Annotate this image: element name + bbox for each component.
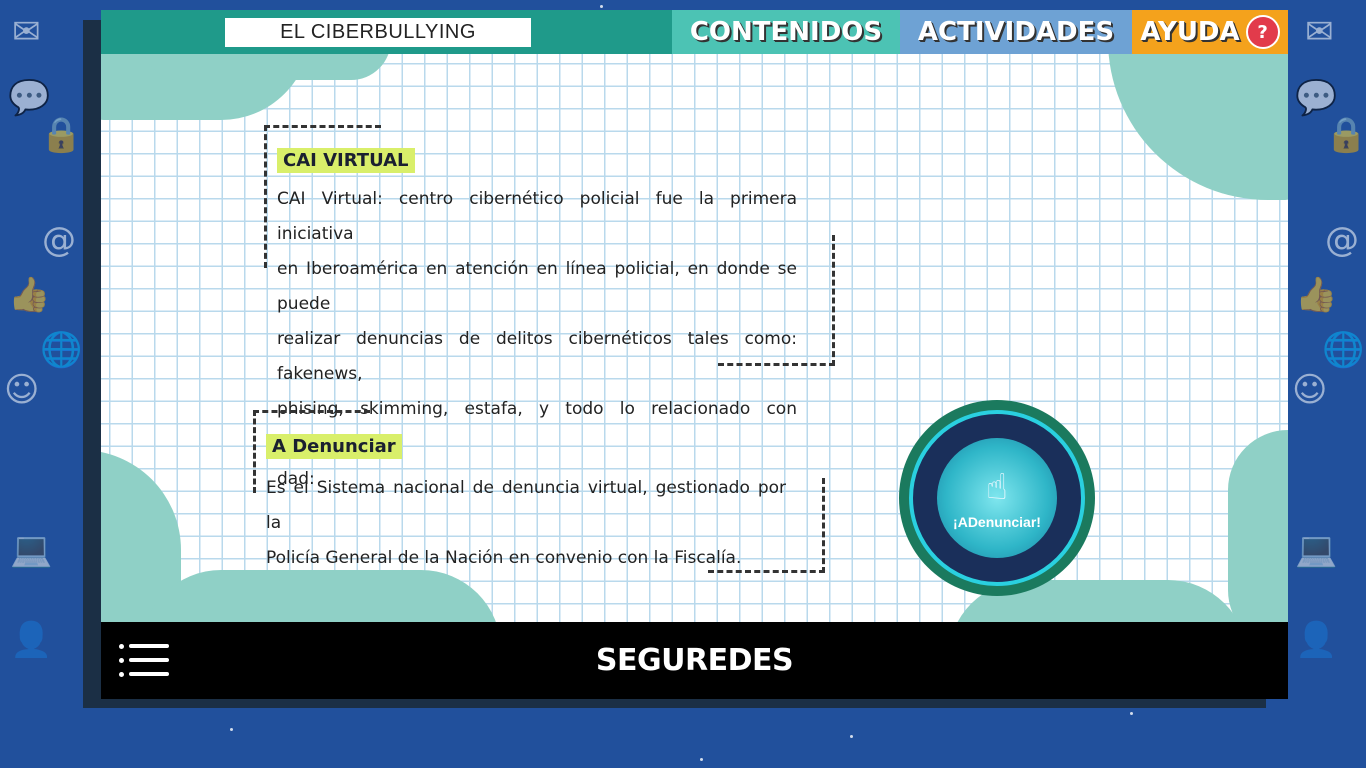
star bbox=[600, 5, 603, 8]
chat-bubble-icon: 💬 bbox=[1295, 78, 1338, 118]
menu-icon-line bbox=[129, 672, 169, 676]
lock-icon: 🔒 bbox=[40, 115, 83, 155]
lock-icon: 🔒 bbox=[1325, 115, 1366, 155]
menu-icon-line bbox=[129, 658, 169, 662]
text-line: CAI Virtual: centro cibernético policial… bbox=[277, 189, 797, 244]
page-title: EL CIBERBULLYING bbox=[225, 18, 531, 47]
thumbs-up-icon: 👍 bbox=[1295, 275, 1338, 315]
globe-icon: 🌐 bbox=[1322, 330, 1365, 370]
section-text-a-denunciar: Es el Sistema nacional de denuncia virtu… bbox=[266, 471, 786, 576]
footer-bar: SEGUREDES bbox=[101, 622, 1288, 699]
text-line: realizar denuncias de delitos cibernétic… bbox=[277, 329, 797, 384]
user-icon: 👤 bbox=[10, 620, 53, 660]
decor-blob bbox=[1228, 430, 1288, 650]
badge-ring: ☝ ¡ADenunciar! bbox=[909, 410, 1085, 586]
content-panel: CAI VIRTUAL CAI Virtual: centro cibernét… bbox=[101, 10, 1288, 699]
text-line: Es el Sistema nacional de denuncia virtu… bbox=[266, 478, 786, 533]
envelope-icon: ✉ bbox=[1305, 12, 1334, 52]
brand-logo: SEGUREDES bbox=[595, 643, 794, 678]
section-heading-a-denunciar: A Denunciar bbox=[266, 434, 402, 459]
at-icon: @ bbox=[42, 220, 76, 260]
star bbox=[700, 758, 703, 761]
at-icon: @ bbox=[1325, 220, 1359, 260]
star bbox=[1130, 712, 1133, 715]
text-line: Policía General de la Nación en convenio… bbox=[266, 548, 742, 568]
thumbs-up-icon: 👍 bbox=[8, 275, 51, 315]
menu-icon-line bbox=[129, 644, 169, 648]
menu-button[interactable] bbox=[119, 640, 171, 680]
hand-pointer-icon: ☝ bbox=[986, 466, 1008, 508]
tab-actividades[interactable]: ACTIVIDADES bbox=[900, 10, 1132, 54]
user-icon: 👤 bbox=[1295, 620, 1338, 660]
text-line: en Iberoamérica en atención en línea pol… bbox=[277, 259, 797, 314]
badge-inner: ☝ ¡ADenunciar! bbox=[937, 438, 1057, 558]
star bbox=[230, 728, 233, 731]
laptop-icon: 💻 bbox=[1295, 530, 1338, 570]
menu-icon bbox=[119, 672, 124, 677]
section-heading-cai-virtual: CAI VIRTUAL bbox=[277, 148, 415, 173]
top-nav-bar: EL CIBERBULLYING CONTENIDOS ACTIVIDADES … bbox=[101, 10, 1288, 54]
laptop-icon: 💻 bbox=[10, 530, 53, 570]
tab-ayuda-label: AYUDA bbox=[1140, 17, 1240, 47]
smiley-icon: ☺ bbox=[4, 370, 40, 410]
denunciar-button[interactable]: ☝ ¡ADenunciar! bbox=[899, 400, 1095, 596]
menu-icon bbox=[119, 644, 124, 649]
title-area: EL CIBERBULLYING bbox=[101, 10, 672, 54]
globe-icon: 🌐 bbox=[40, 330, 83, 370]
smiley-icon: ☺ bbox=[1292, 370, 1328, 410]
tab-contenidos[interactable]: CONTENIDOS bbox=[672, 10, 900, 54]
star bbox=[850, 735, 853, 738]
menu-icon bbox=[119, 658, 124, 663]
tab-ayuda[interactable]: AYUDA ? bbox=[1132, 10, 1288, 54]
chat-bubble-icon: 💬 bbox=[8, 78, 51, 118]
decor-blob bbox=[1108, 40, 1288, 200]
badge-label: ¡ADenunciar! bbox=[953, 513, 1041, 530]
envelope-icon: ✉ bbox=[12, 12, 41, 52]
help-question-icon: ? bbox=[1245, 15, 1280, 49]
